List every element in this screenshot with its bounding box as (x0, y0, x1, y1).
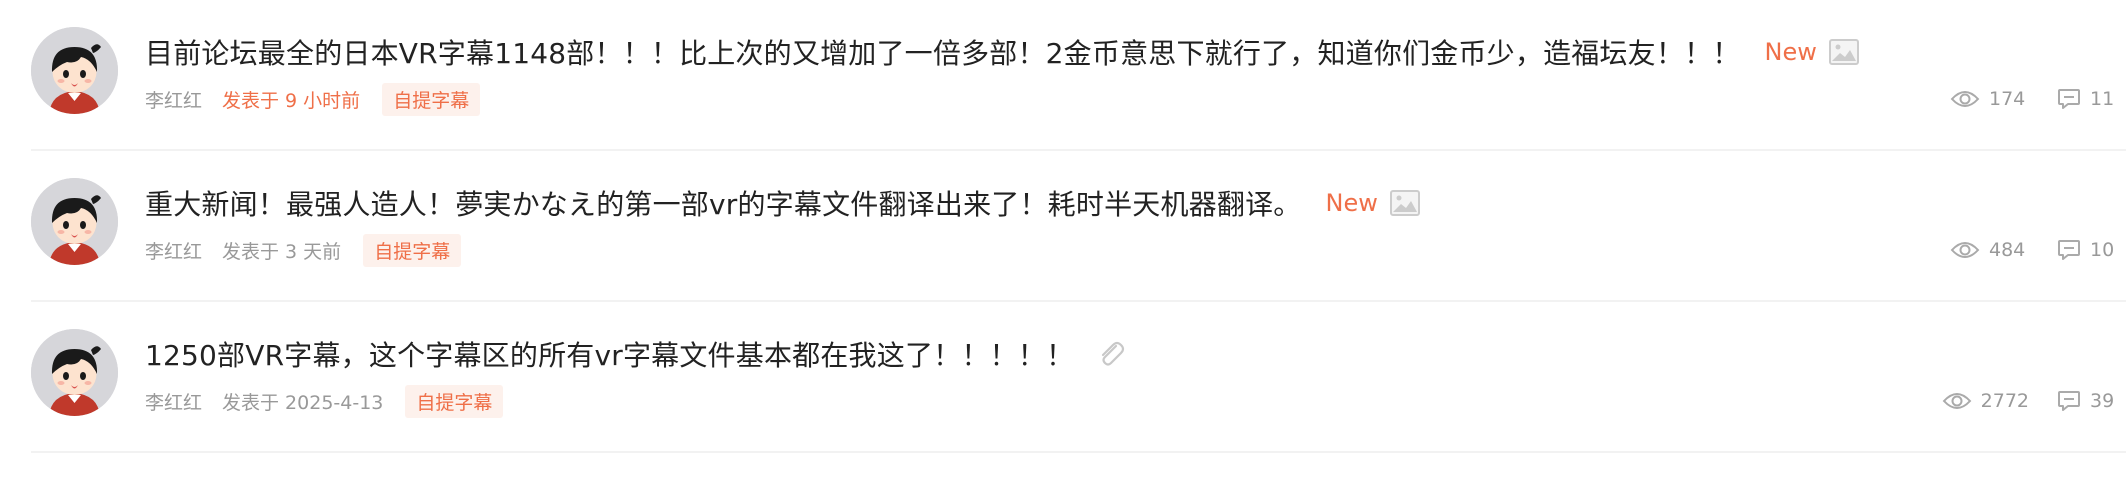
author-link[interactable]: 李红红 (145, 86, 202, 113)
thread-title-link[interactable]: 1250部VR字幕，这个字幕区的所有vr字幕文件基本都在我这了！！！！！ (145, 334, 1074, 374)
thread-row: 重大新闻！最强人造人！夢実かなえ的第一部vr的字幕文件翻译出来了！耗时半天机器翻… (31, 151, 2126, 302)
thread-row: 目前论坛最全的日本VR字幕1148部！！！比上次的又增加了一倍多部！2金币意思下… (31, 0, 2126, 151)
reply-stat: 39 (2057, 390, 2126, 412)
thread-stats: 484 10 (1950, 234, 2126, 266)
author-link[interactable]: 李红红 (145, 388, 202, 415)
reply-count: 39 (2090, 390, 2115, 412)
thread-stats: 174 11 (1950, 83, 2126, 115)
view-count: 2772 (1980, 390, 2029, 412)
reply-count: 10 (2090, 239, 2115, 261)
title-line: 目前论坛最全的日本VR字幕1148部！！！比上次的又增加了一倍多部！2金币意思下… (145, 32, 1859, 72)
view-stat: 2772 (1942, 390, 2029, 412)
avatar[interactable] (31, 178, 118, 265)
reply-count: 11 (2090, 88, 2115, 110)
view-stat: 174 (1950, 88, 2029, 110)
view-count: 484 (1989, 239, 2026, 261)
category-tag[interactable]: 自提字幕 (363, 233, 462, 267)
new-badge: New (1325, 189, 1378, 217)
comment-icon (2058, 89, 2080, 109)
category-tag[interactable]: 自提字幕 (405, 384, 504, 418)
thread-stats: 2772 39 (1942, 385, 2126, 417)
author-link[interactable]: 李红红 (145, 237, 202, 264)
post-time: 发表于 2025-4-13 (222, 391, 384, 414)
title-line: 1250部VR字幕，这个字幕区的所有vr字幕文件基本都在我这了！！！！！ (145, 334, 1126, 374)
comment-icon (2058, 240, 2080, 260)
thread-row: 1250部VR字幕，这个字幕区的所有vr字幕文件基本都在我这了！！！！！ 李红红… (31, 302, 2126, 453)
eye-icon (1950, 91, 1980, 107)
reply-stat: 11 (2057, 88, 2126, 110)
post-time: 发表于 9 小时前 (222, 89, 361, 112)
view-count: 174 (1989, 88, 2026, 110)
meta-line: 李红红 发表于 3 天前 自提字幕 (145, 233, 462, 267)
meta-line: 李红红 发表于 2025-4-13 自提字幕 (145, 384, 504, 418)
title-line: 重大新闻！最强人造人！夢実かなえ的第一部vr的字幕文件翻译出来了！耗时半天机器翻… (145, 183, 1420, 223)
attachment-icon (1096, 339, 1126, 369)
comment-icon (2058, 391, 2080, 411)
eye-icon (1942, 393, 1972, 409)
thread-list: 目前论坛最全的日本VR字幕1148部！！！比上次的又增加了一倍多部！2金币意思下… (31, 0, 2126, 478)
thread-title-link[interactable]: 重大新闻！最强人造人！夢実かなえ的第一部vr的字幕文件翻译出来了！耗时半天机器翻… (145, 183, 1302, 223)
reply-stat: 10 (2057, 239, 2126, 261)
avatar[interactable] (31, 27, 118, 114)
avatar[interactable] (31, 329, 118, 416)
meta-line: 李红红 发表于 9 小时前 自提字幕 (145, 82, 481, 116)
thread-title-link[interactable]: 目前论坛最全的日本VR字幕1148部！！！比上次的又增加了一倍多部！2金币意思下… (145, 32, 1741, 72)
eye-icon (1950, 242, 1980, 258)
category-tag[interactable]: 自提字幕 (382, 82, 481, 116)
view-stat: 484 (1950, 239, 2029, 261)
new-badge: New (1764, 38, 1817, 66)
post-time: 发表于 3 天前 (222, 240, 342, 263)
image-icon (1389, 190, 1420, 216)
image-icon (1828, 39, 1859, 65)
